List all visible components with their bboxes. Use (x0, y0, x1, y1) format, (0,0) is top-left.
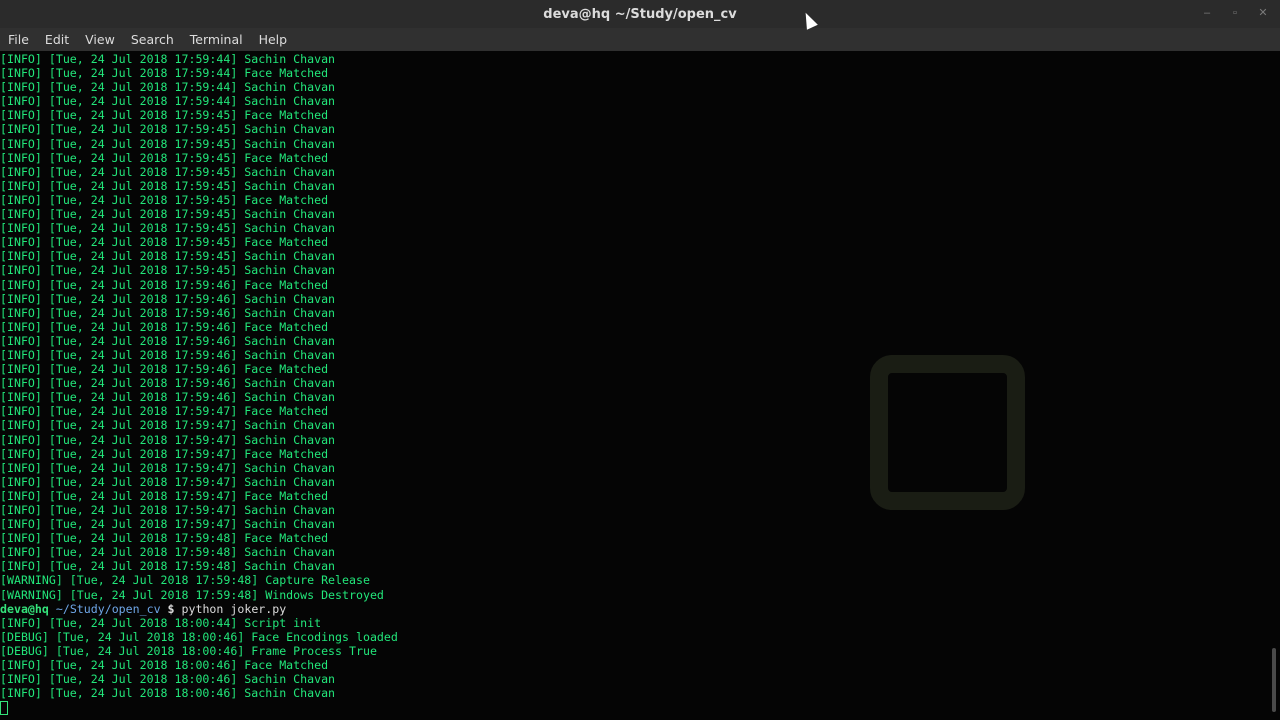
log-line: [INFO] [Tue, 24 Jul 2018 17:59:45] Sachi… (0, 221, 336, 236)
maximize-icon[interactable]: ▫ (1228, 6, 1242, 20)
log-line: [INFO] [Tue, 24 Jul 2018 17:59:45] Face … (0, 192, 329, 207)
log-line: [INFO] [Tue, 24 Jul 2018 17:59:45] Sachi… (0, 249, 336, 264)
log-line: [INFO] [Tue, 24 Jul 2018 17:59:45] Face … (0, 150, 329, 165)
log-line: [DEBUG] [Tue, 24 Jul 2018 18:00:46] Fram… (0, 643, 377, 658)
log-line: [INFO] [Tue, 24 Jul 2018 17:59:45] Face … (0, 235, 329, 250)
window-title: deva@hq ~/Study/open_cv (543, 6, 737, 22)
log-line: [INFO] [Tue, 24 Jul 2018 17:59:46] Face … (0, 362, 329, 377)
menu-view[interactable]: View (85, 32, 115, 47)
log-line: [INFO] [Tue, 24 Jul 2018 17:59:47] Face … (0, 488, 329, 503)
minimize-icon[interactable]: – (1200, 6, 1214, 20)
menu-bar: File Edit View Search Terminal Help (0, 28, 1280, 51)
log-line: [INFO] [Tue, 24 Jul 2018 17:59:46] Face … (0, 319, 329, 334)
log-line: [INFO] [Tue, 24 Jul 2018 17:59:45] Sachi… (0, 178, 336, 193)
menu-file[interactable]: File (8, 32, 29, 47)
log-line: [INFO] [Tue, 24 Jul 2018 17:59:48] Sachi… (0, 545, 336, 560)
log-line: [INFO] [Tue, 24 Jul 2018 18:00:44] Scrip… (0, 615, 322, 630)
menu-search[interactable]: Search (131, 32, 174, 47)
log-line: [DEBUG] [Tue, 24 Jul 2018 18:00:46] Face… (0, 629, 398, 644)
text-cursor (0, 700, 8, 715)
log-line: [INFO] [Tue, 24 Jul 2018 17:59:47] Sachi… (0, 432, 336, 447)
log-line: [INFO] [Tue, 24 Jul 2018 17:59:46] Sachi… (0, 390, 336, 405)
log-line: [INFO] [Tue, 24 Jul 2018 17:59:47] Sachi… (0, 474, 336, 489)
close-icon[interactable]: ✕ (1256, 6, 1270, 20)
log-line: [INFO] [Tue, 24 Jul 2018 17:59:46] Sachi… (0, 347, 336, 362)
prompt-symbol: $ (167, 601, 175, 616)
log-line: [WARNING] [Tue, 24 Jul 2018 17:59:48] Wi… (0, 587, 384, 602)
log-line: [INFO] [Tue, 24 Jul 2018 17:59:48] Face … (0, 531, 329, 546)
log-line: [INFO] [Tue, 24 Jul 2018 17:59:44] Sachi… (0, 52, 336, 66)
terminal-output[interactable]: [INFO] [Tue, 24 Jul 2018 17:59:44] Sachi… (0, 52, 1270, 720)
prompt-command: python joker.py (181, 601, 287, 616)
menu-edit[interactable]: Edit (45, 32, 69, 47)
log-line: [INFO] [Tue, 24 Jul 2018 17:59:48] Sachi… (0, 559, 336, 574)
menu-help[interactable]: Help (259, 32, 288, 47)
log-line: [INFO] [Tue, 24 Jul 2018 17:59:45] Sachi… (0, 122, 336, 137)
prompt-path: ~/Study/open_cv (55, 601, 161, 616)
log-line: [INFO] [Tue, 24 Jul 2018 17:59:47] Sachi… (0, 418, 336, 433)
log-line: [INFO] [Tue, 24 Jul 2018 17:59:45] Sachi… (0, 207, 336, 222)
log-line: [INFO] [Tue, 24 Jul 2018 17:59:46] Sachi… (0, 376, 336, 391)
log-line: [INFO] [Tue, 24 Jul 2018 17:59:46] Face … (0, 277, 329, 292)
log-line: [INFO] [Tue, 24 Jul 2018 18:00:46] Sachi… (0, 686, 336, 701)
log-line: [INFO] [Tue, 24 Jul 2018 17:59:47] Face … (0, 446, 329, 461)
log-line: [INFO] [Tue, 24 Jul 2018 17:59:44] Face … (0, 66, 329, 81)
log-line: [INFO] [Tue, 24 Jul 2018 17:59:46] Sachi… (0, 333, 336, 348)
scrollbar[interactable] (1272, 648, 1276, 712)
menu-terminal[interactable]: Terminal (190, 32, 243, 47)
log-line: [INFO] [Tue, 24 Jul 2018 17:59:47] Sachi… (0, 460, 336, 475)
log-line: [WARNING] [Tue, 24 Jul 2018 17:59:48] Ca… (0, 573, 370, 588)
log-line: [INFO] [Tue, 24 Jul 2018 17:59:46] Sachi… (0, 291, 336, 306)
log-line: [INFO] [Tue, 24 Jul 2018 17:59:47] Sachi… (0, 503, 336, 517)
log-line: [INFO] [Tue, 24 Jul 2018 17:59:45] Sachi… (0, 136, 336, 151)
log-line: [INFO] [Tue, 24 Jul 2018 17:59:47] Sachi… (0, 517, 336, 532)
log-line: [INFO] [Tue, 24 Jul 2018 17:59:44] Sachi… (0, 94, 336, 109)
log-line: [INFO] [Tue, 24 Jul 2018 18:00:46] Face … (0, 658, 329, 673)
prompt-user: deva@hq (0, 601, 49, 616)
log-line: [INFO] [Tue, 24 Jul 2018 17:59:44] Sachi… (0, 80, 336, 95)
shell-prompt: deva@hq ~/Study/open_cv $ python joker.p… (0, 602, 1270, 616)
log-line: [INFO] [Tue, 24 Jul 2018 17:59:45] Sachi… (0, 164, 336, 179)
log-line: [INFO] [Tue, 24 Jul 2018 17:59:45] Face … (0, 108, 329, 123)
log-line: [INFO] [Tue, 24 Jul 2018 17:59:46] Sachi… (0, 305, 336, 320)
log-line: [INFO] [Tue, 24 Jul 2018 18:00:46] Sachi… (0, 672, 336, 687)
log-line: [INFO] [Tue, 24 Jul 2018 17:59:47] Face … (0, 404, 329, 419)
title-bar[interactable]: deva@hq ~/Study/open_cv – ▫ ✕ (0, 0, 1280, 28)
log-line: [INFO] [Tue, 24 Jul 2018 17:59:45] Sachi… (0, 263, 336, 278)
